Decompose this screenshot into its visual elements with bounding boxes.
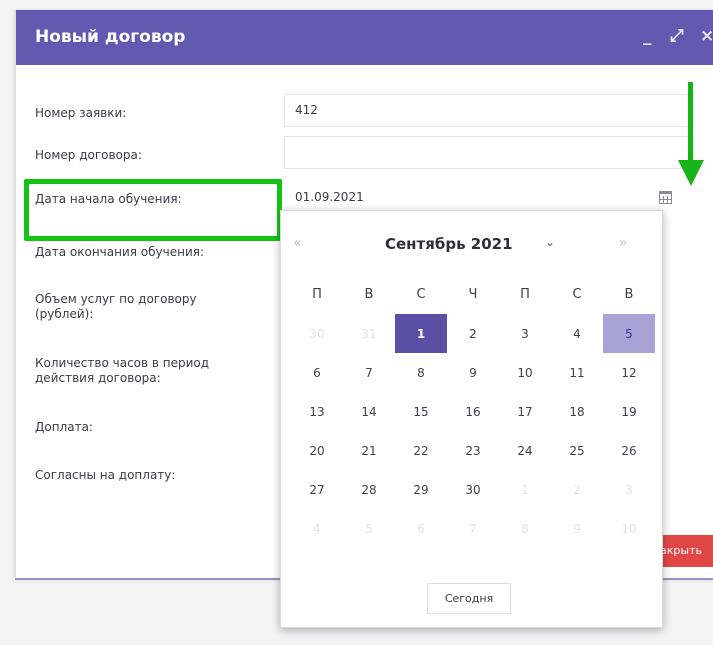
calendar-day[interactable]: 10 [603,509,655,548]
calendar-day[interactable]: 6 [291,353,343,392]
calendar-day[interactable]: 26 [603,431,655,470]
application-number-field[interactable]: 412 [284,94,694,127]
calendar-day[interactable]: 22 [395,431,447,470]
agree-surcharge-label: Согласны на доплату: [35,468,176,482]
calendar-week: 20 21 22 23 24 25 26 [291,431,655,470]
calendar-day[interactable]: 9 [551,509,603,548]
calendar-day[interactable]: 7 [343,353,395,392]
calendar-day[interactable]: 28 [343,470,395,509]
calendar-day[interactable]: 11 [551,353,603,392]
calendar-day[interactable]: 17 [499,392,551,431]
calendar-day[interactable]: 7 [447,509,499,548]
surcharge-label: Доплата: [35,420,93,434]
weekday-label: Ч [468,287,478,302]
date-picker: « Сентябрь 2021 ⌄ » П В С Ч П С В 30 31 … [280,210,663,628]
calendar-day-today[interactable]: 5 [603,314,655,353]
calendar-grid: П В С Ч П С В 30 31 1 2 3 4 5 6 7 8 9 10… [291,275,655,548]
weekday-label: П [520,287,530,302]
calendar-day[interactable]: 1 [499,470,551,509]
calendar-day[interactable]: 20 [291,431,343,470]
chevron-down-icon[interactable]: ⌄ [545,235,555,249]
calendar-day[interactable]: 19 [603,392,655,431]
calendar-day[interactable]: 4 [291,509,343,548]
previous-month-icon[interactable]: « [293,235,302,251]
calendar-day[interactable]: 30 [447,470,499,509]
contract-number-label: Номер договора: [35,148,142,162]
calendar-day[interactable]: 21 [343,431,395,470]
calendar-week: 30 31 1 2 3 4 5 [291,314,655,353]
weekday-label: В [364,287,374,302]
calendar-day-selected[interactable]: 1 [395,314,447,353]
calendar-day[interactable]: 15 [395,392,447,431]
application-number-label: Номер заявки: [35,106,127,120]
calendar-day[interactable]: 30 [291,314,343,353]
screen: Новый договор _ ⤢ × Номер заявки: 412 Но… [0,0,713,645]
next-month-icon[interactable]: » [619,235,628,251]
calendar-day[interactable]: 23 [447,431,499,470]
hours-label: Количество часов в период действия догов… [35,356,210,385]
calendar-week: 6 7 8 9 10 11 12 [291,353,655,392]
calendar-day[interactable]: 12 [603,353,655,392]
contract-number-field[interactable] [284,136,694,169]
dialog-header: Новый договор _ ⤢ × [16,10,713,65]
calendar-week: 27 28 29 30 1 2 3 [291,470,655,509]
calendar-day[interactable]: 24 [499,431,551,470]
calendar-day[interactable]: 4 [551,314,603,353]
weekday-label: В [624,287,634,302]
calendar-day[interactable]: 2 [447,314,499,353]
weekday-label: С [572,287,582,302]
calendar-day[interactable]: 9 [447,353,499,392]
calendar-day[interactable]: 31 [343,314,395,353]
calendar-day[interactable]: 2 [551,470,603,509]
calendar-week: 4 5 6 7 8 9 10 [291,509,655,548]
calendar-day[interactable]: 25 [551,431,603,470]
calendar-icon[interactable] [659,191,672,204]
calendar-day[interactable]: 3 [499,314,551,353]
today-button[interactable]: Сегодня [427,583,511,614]
close-icon[interactable]: × [700,26,713,46]
calendar-day[interactable]: 10 [499,353,551,392]
calendar-day[interactable]: 8 [395,353,447,392]
month-year-label[interactable]: Сентябрь 2021 [385,235,513,253]
calendar-day[interactable]: 14 [343,392,395,431]
green-arrow-icon [678,160,704,186]
calendar-day[interactable]: 3 [603,470,655,509]
weekday-row: П В С Ч П С В [291,275,655,314]
maximize-icon[interactable]: ⤢ [670,26,684,46]
calendar-day[interactable]: 27 [291,470,343,509]
end-date-label: Дата окончания обучения: [35,245,205,259]
dialog-title: Новый договор [35,27,186,47]
green-arrow-shaft [688,82,693,162]
calendar-day[interactable]: 16 [447,392,499,431]
calendar-day[interactable]: 8 [499,509,551,548]
calendar-day[interactable]: 6 [395,509,447,548]
calendar-day[interactable]: 5 [343,509,395,548]
calendar-day[interactable]: 29 [395,470,447,509]
calendar-day[interactable]: 13 [291,392,343,431]
start-date-annotation-box [24,179,282,241]
amount-label: Объем услуг по договору (рублей): [35,292,197,321]
weekday-label: С [416,287,426,302]
calendar-week: 13 14 15 16 17 18 19 [291,392,655,431]
minimize-icon[interactable]: _ [643,26,652,46]
calendar-day[interactable]: 18 [551,392,603,431]
weekday-label: П [312,287,322,302]
